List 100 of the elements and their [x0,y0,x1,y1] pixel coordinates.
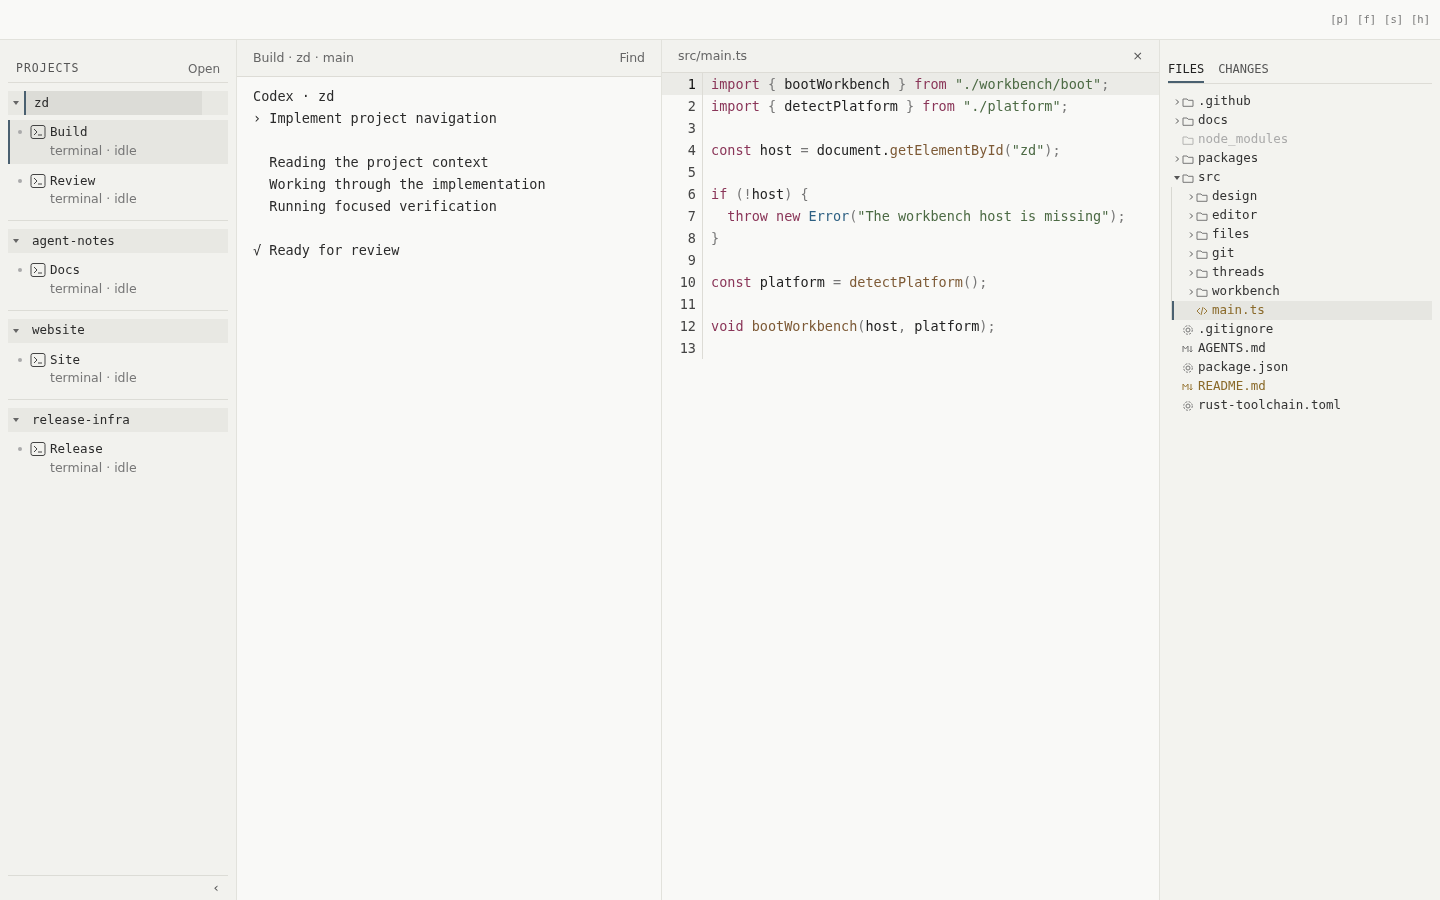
line-number: 7 [687,208,696,224]
session-item[interactable]: Release terminal · idle [8,437,228,481]
file-item[interactable]: README.md [1168,377,1432,396]
folder-icon [1182,114,1194,127]
folder-item[interactable]: files [1172,225,1432,244]
session-item[interactable]: Docs terminal · idle [8,258,228,302]
code-line: if (!host) { [710,185,809,204]
session-status: terminal · idle [50,141,138,160]
line-number: 9 [687,252,696,268]
session-status: terminal · idle [50,458,138,477]
code-line: } [710,229,720,248]
session-item[interactable]: Review terminal · idle [8,168,228,212]
chevron-icon [1187,212,1195,220]
file-item[interactable]: AGENTS.md [1168,339,1432,358]
status-dot [18,178,22,183]
project-header[interactable]: release-infra [8,408,228,432]
folder-icon [1196,228,1208,241]
chevron-icon [1187,193,1195,201]
close-button[interactable]: × [1132,46,1143,66]
shortcut-hint[interactable]: [h] [1411,11,1430,28]
folder-icon [1182,152,1194,165]
shortcut-hint[interactable]: [s] [1384,11,1404,28]
file-item[interactable]: package.json [1168,358,1432,377]
find-button[interactable]: Find [619,48,645,68]
terminal-icon [30,351,46,368]
breadcrumb: Build · zd · main [253,48,354,67]
chevron-icon [1173,98,1181,106]
folder-item[interactable]: editor [1172,206,1432,225]
project-header[interactable]: agent-notes [8,229,228,253]
line-number: 3 [687,120,696,136]
folder-icon [1196,266,1208,279]
file-item[interactable]: rust-toolchain.toml [1168,396,1432,415]
progress-step: Running focused verification [253,195,497,217]
session-name: Docs [50,261,81,279]
chevron-icon [1187,231,1195,239]
shortcut-hint[interactable]: [f] [1357,11,1377,28]
prompt-line: › Implement project navigation [253,109,497,128]
line-number: 1 [687,76,696,92]
folder-item[interactable]: threads [1172,263,1432,282]
line-number: 8 [687,230,696,246]
line-number: 2 [687,98,696,114]
line-number: 6 [687,186,696,202]
section-title: PROJECTS [16,60,80,77]
folder-icon [1182,133,1194,146]
session-name: Site [50,350,81,369]
folder-item[interactable]: .github [1168,92,1432,111]
editor-tab[interactable]: src/main.ts [678,46,748,66]
code-icon [1196,304,1208,317]
chevron-icon [1187,250,1195,258]
code-line: const platform = detectPlatform(); [710,273,988,292]
folder-item[interactable]: git [1172,244,1432,263]
shortcut-hint[interactable]: [p] [1330,11,1350,28]
terminal-icon [30,172,46,189]
session-name: Release [50,440,103,458]
file-item[interactable]: main.ts [1172,301,1432,320]
folder-icon [1196,285,1208,298]
progress-step: Reading the project context [253,151,489,173]
code-line: import { detectPlatform } from "./platform"; [710,97,1069,116]
caret-icon [1173,174,1181,182]
status-dot [18,357,22,362]
code-line: const host = document.getElementById("zd"); [710,141,1061,160]
code-line: throw new Error("The workbench host is missing"); [726,207,1126,226]
open-link[interactable]: Open [187,60,220,78]
folder-icon [1196,190,1208,203]
line-number: 13 [679,340,696,356]
folder-icon [1182,171,1194,184]
code-line: void bootWorkbench(host, platform); [710,317,996,336]
panel-tab[interactable]: CHANGES [1218,60,1269,83]
project-header[interactable]: zd [8,91,228,115]
folder-item[interactable]: workbench [1172,282,1432,301]
status-dot [18,447,22,452]
folder-item[interactable]: docs [1168,111,1432,130]
status-dot [18,268,22,273]
line-number: 5 [687,164,696,180]
thread-title: Codex · zd [253,87,335,106]
code-line: import { bootWorkbench } from "./workbench/boot"; [710,75,1110,94]
session-status: terminal · idle [50,190,138,209]
session-status: terminal · idle [50,369,138,388]
progress-step: Working through the implementation [253,173,546,195]
session-item[interactable]: Build terminal · idle [8,120,228,164]
file-item[interactable]: .gitignore [1168,320,1432,339]
session-item[interactable]: Site terminal · idle [8,347,228,391]
folder-item[interactable]: src [1168,168,1432,187]
chevron-icon [1187,288,1195,296]
panel-tab[interactable]: FILES [1168,60,1205,83]
line-number: 4 [687,142,696,158]
project-header[interactable]: website [8,318,228,343]
gear-icon [1182,361,1194,374]
terminal-icon [30,441,46,458]
chevron-icon [1173,117,1181,125]
status-dot [18,130,22,135]
line-number: 11 [679,296,696,312]
session-name: Build [50,123,88,141]
folder-icon [1196,247,1208,260]
terminal-icon [30,124,46,141]
collapse-button[interactable]: ‹ [212,878,220,898]
folder-item[interactable]: design [1172,187,1432,206]
gear-icon [1182,323,1194,336]
session-name: Review [50,171,96,190]
folder-item[interactable]: packages [1168,149,1432,168]
